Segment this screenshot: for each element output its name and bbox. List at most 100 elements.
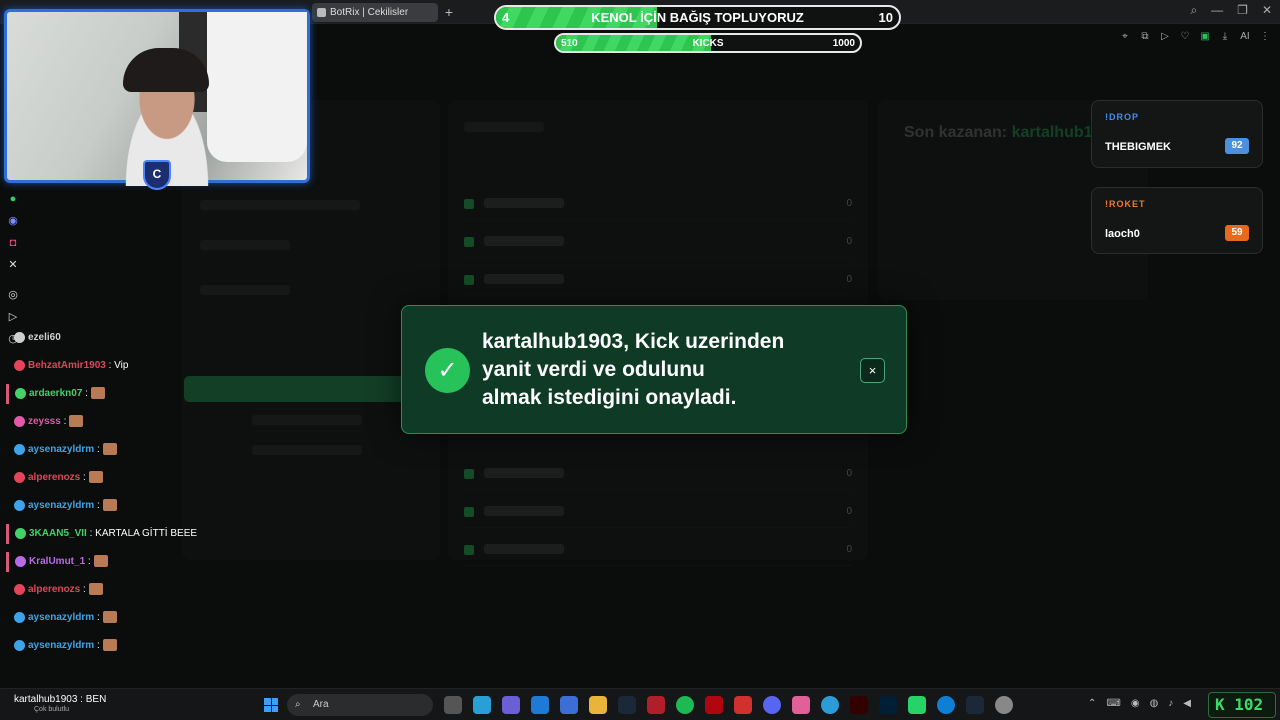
chat-message: aysenazyldrm : [6,608,117,628]
discord-icon[interactable] [763,696,781,714]
user-badge-icon [14,611,25,623]
pin-icon[interactable]: ⌖ [1120,31,1130,42]
roket-user: laoch0 [1105,228,1140,240]
user-badge-icon [14,359,25,371]
user-badge-icon [14,471,25,483]
steam-icon[interactable] [618,696,636,714]
menu-icon[interactable]: ⋮ [1260,31,1270,42]
download-icon[interactable]: ⤓ [1220,31,1230,42]
extensions-bar: ⌖ ⧉ ▷ ♡ ▣ ⤓ AI ⋮ [1120,31,1270,42]
mic-icon[interactable]: ♪ [1168,698,1173,709]
windows-start-icon[interactable] [264,698,278,712]
speaker-icon[interactable]: ◀ [1183,698,1191,709]
user-badge-icon [14,499,25,511]
x-icon: ✕ [8,259,18,271]
ai-label[interactable]: AI [1240,31,1250,42]
donation-goal-bar: 4 KENOL İÇİN BAĞIŞ TOPLUYORUZ 10 [494,5,901,30]
channel-logo: C [143,160,171,190]
browser-icon[interactable] [473,696,491,714]
shield-icon [317,8,326,17]
screenshot-icon[interactable]: ⧉ [1140,31,1150,42]
folder-icon[interactable] [589,696,607,714]
list-item: 0 [464,460,852,490]
heart-icon[interactable]: ♡ [1180,31,1190,42]
keyboard-icon[interactable]: ⌨ [1106,698,1120,709]
chat-username[interactable]: ezeli60 [28,332,61,343]
whatsapp-icon[interactable] [908,696,926,714]
steam-tray-icon[interactable]: ◉ [1131,698,1140,709]
taskbar-search-input[interactable]: ⌕ Ara [287,694,433,716]
restore-button[interactable]: ❐ [1237,3,1248,18]
list-item: 0 [464,190,852,220]
drop-command-card: !DROP THEBIGMEK 92 [1091,100,1263,168]
chat-text: : [96,640,100,651]
user-badge-icon [14,443,25,455]
chat-username[interactable]: aysenazyldrm [28,612,94,623]
network-icon[interactable]: ◍ [1150,698,1159,709]
chat-text: : [96,444,100,455]
app-icon[interactable] [560,696,578,714]
chat-username[interactable]: 3KAAN5_VII [29,528,87,539]
roket-count-badge: 59 [1225,225,1249,241]
spotify-icon[interactable] [676,696,694,714]
netflix-icon[interactable] [705,696,723,714]
extension-icon[interactable]: ▣ [1200,31,1210,42]
emote-image [88,471,103,484]
goal-title: KENOL İÇİN BAĞIŞ TOPLUYORUZ [591,10,804,25]
taskbar: kartalhub1903 : BEN Çok bulutlu ⌕ Ara ⌃ … [0,688,1280,720]
close-button[interactable]: ✕ [1262,3,1272,18]
chat-username[interactable]: KralUmut_1 [29,556,85,567]
chat-username[interactable]: aysenazyldrm [28,500,94,511]
chat-username[interactable]: aysenazyldrm [28,640,94,651]
goal-target: 10 [878,10,893,25]
edge-icon[interactable] [821,696,839,714]
chat-message: aysenazyldrm : [6,440,117,460]
vscode-icon[interactable] [531,696,549,714]
chat-username[interactable]: aysenazyldrm [28,444,94,455]
list-item: 0 [464,536,852,566]
chat-username[interactable]: alperenozs [28,584,80,595]
emote-image [102,499,117,512]
emote-image [69,415,84,428]
chat-message: 3KAAN5_VII : KARTALA GİTTİ BEEE [6,524,197,544]
steam-alt-icon[interactable] [966,696,984,714]
chat-message: alperenozs : [6,468,103,488]
photoshop-icon[interactable] [879,696,897,714]
x-app-icon[interactable] [734,696,752,714]
chevron-up-icon[interactable]: ⌃ [1088,698,1096,709]
chat-username[interactable]: BehzatAmir1903 [28,360,106,371]
minimize-button[interactable]: — [1211,3,1223,18]
emote-image [88,583,103,596]
teams-icon[interactable] [502,696,520,714]
emote-image [102,443,117,456]
illustrator-icon[interactable] [850,696,868,714]
emote-image [102,611,117,624]
window-controls: ⌕ — ❐ ✕ [1190,3,1272,18]
new-tab-button[interactable]: + [441,4,457,20]
chat-username[interactable]: alperenozs [28,472,80,483]
chat-username[interactable]: ardaerkn07 [29,388,82,399]
settings-icon[interactable] [995,696,1013,714]
chat-message: zeysss : [6,412,84,432]
photos-icon[interactable] [792,696,810,714]
chat-text: : [87,556,91,567]
play-icon[interactable]: ▷ [1160,31,1170,42]
drop-count-badge: 92 [1225,138,1249,154]
chat-message: ezeli60 [6,328,61,348]
chat-username[interactable]: zeysss [28,416,61,427]
user-badge-icon [14,415,25,427]
taskbar-apps [444,696,1013,714]
opera-icon[interactable] [647,696,665,714]
edge-alt-icon[interactable] [937,696,955,714]
search-icon[interactable]: ⌕ [1190,3,1197,18]
chat-message: alperenozs : [6,580,103,600]
task-view-icon[interactable] [444,696,462,714]
close-button[interactable]: × [860,358,885,383]
social-icons: ● ◉ ◘ ✕ ◎ ▷ ◷ [6,192,20,346]
chat-text: : [63,416,67,427]
user-badge-icon [15,527,26,539]
chat-text: : [85,388,88,399]
tab-botrix[interactable]: BotRix | Cekilisler [312,3,438,22]
chat-message: aysenazyldrm : [6,636,117,656]
weather-label: Çok bulutlu [34,706,70,713]
